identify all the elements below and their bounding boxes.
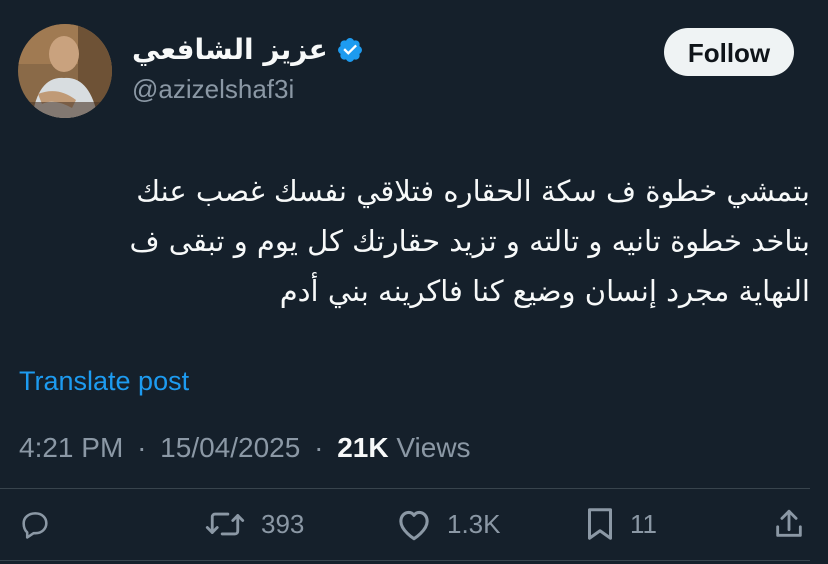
divider [0,560,810,561]
reply-button[interactable] [18,500,66,548]
meta-separator: · [137,432,147,463]
tweet-text: بتمشي خطوة ف سكة الحقاره فتلاقي نفسك غصب… [20,166,810,316]
post-date[interactable]: 15/04/2025 [160,432,300,463]
author-handle[interactable]: @azizelshaf3i [132,72,612,106]
translate-post-link[interactable]: Translate post [19,366,189,397]
follow-button[interactable]: Follow [664,28,794,76]
tweet-text-line: بتمشي خطوة ف سكة الحقاره فتلاقي نفسك غصب… [136,174,810,208]
bookmark-button[interactable]: 11 [584,500,657,548]
tweet-text-line: بتاخد خطوة تانيه و تالته و تزيد حقارتك ك… [129,224,810,258]
like-count: 1.3K [447,508,501,539]
bookmark-count: 11 [630,508,657,539]
name-row: عزيز الشافعي [132,30,612,70]
heart-icon [395,507,433,541]
reply-icon [18,507,52,541]
tweet-card: عزيز الشافعي @azizelshaf3i Follow بتمشي … [0,0,828,564]
meta-separator: · [314,432,324,463]
views-label: Views [396,432,471,463]
avatar[interactable] [18,24,112,118]
verified-badge-icon[interactable] [336,36,364,64]
repost-count: 393 [261,508,305,539]
post-time[interactable]: 4:21 PM [19,432,123,463]
bookmark-icon [584,506,616,542]
tweet-meta: 4:21 PM · 15/04/2025 · 21K Views [19,432,471,464]
tweet-text-line: النهاية مجرد إنسان وضيع كنا فاكرينه بني … [279,274,810,308]
action-bar: 393 1.3K 11 [0,500,828,548]
like-button[interactable]: 1.3K [395,500,501,548]
share-button[interactable] [772,500,820,548]
divider [0,488,810,489]
views-count[interactable]: 21K [337,432,388,463]
author-info: عزيز الشافعي @azizelshaf3i [132,30,612,106]
repost-icon [203,507,247,541]
repost-button[interactable]: 393 [203,500,304,548]
display-name[interactable]: عزيز الشافعي [132,30,328,70]
share-icon [772,507,806,541]
